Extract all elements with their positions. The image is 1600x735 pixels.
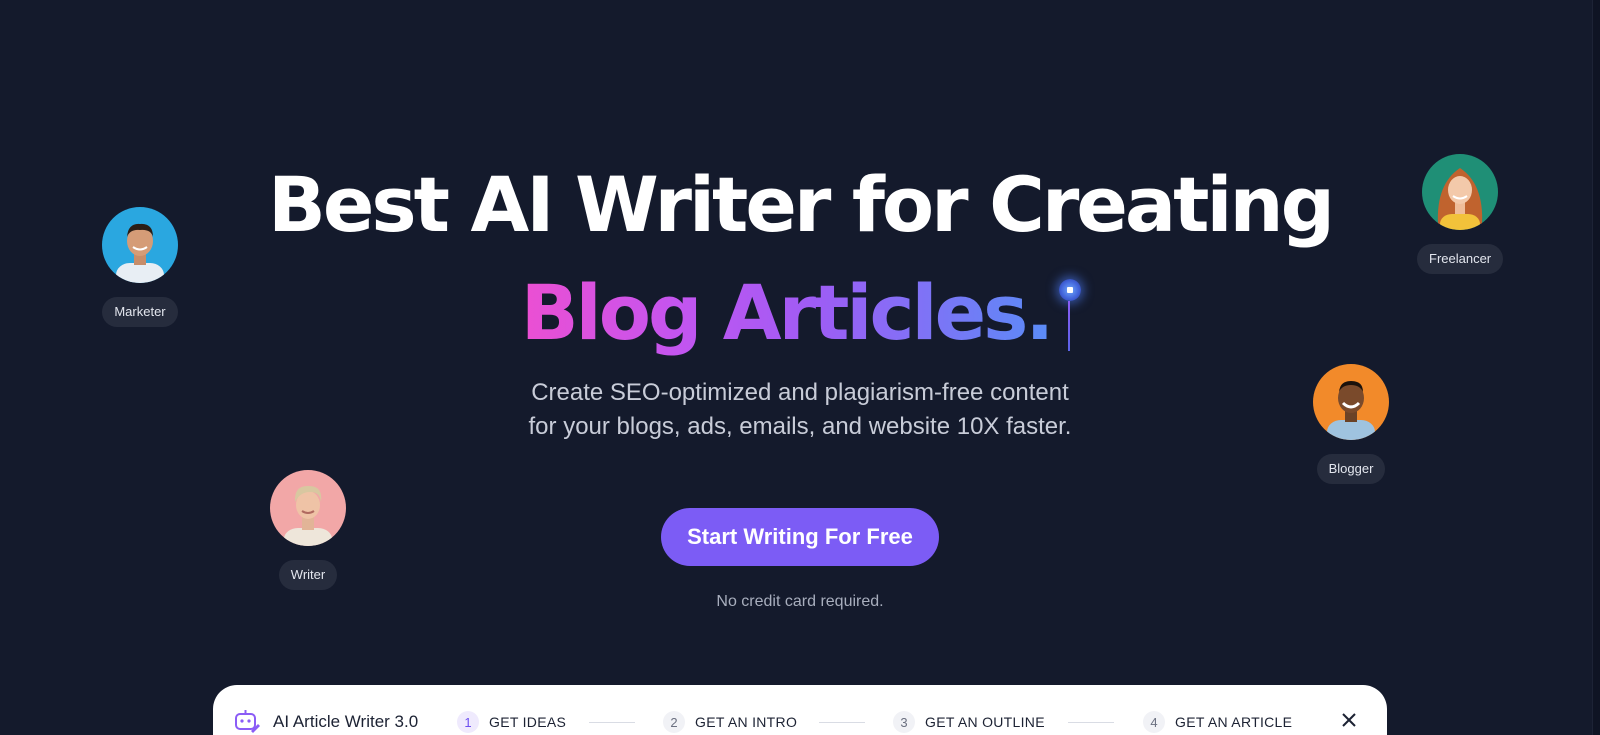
step-get-an-article[interactable]: 4 GET AN ARTICLE bbox=[1143, 711, 1292, 733]
subtitle-line-2: for your blogs, ads, emails, and website… bbox=[528, 413, 1072, 440]
avatar-marketer-icon bbox=[102, 207, 178, 283]
headline-line-1: Best AI Writer for Creating bbox=[267, 160, 1335, 249]
avatar-blogger-icon bbox=[1313, 364, 1389, 440]
typing-cursor bbox=[1059, 279, 1082, 353]
persona-label: Blogger bbox=[1316, 454, 1386, 484]
step-label: GET IDEAS bbox=[489, 714, 567, 730]
step-label: GET AN OUTLINE bbox=[925, 714, 1045, 730]
cursor-bar bbox=[1068, 301, 1071, 351]
step-label: GET AN INTRO bbox=[695, 714, 798, 730]
step-number: 4 bbox=[1143, 711, 1165, 733]
no-credit-card-note: No credit card required. bbox=[716, 593, 884, 610]
app-title: AI Article Writer 3.0 bbox=[273, 712, 419, 731]
step-number: 3 bbox=[893, 711, 915, 733]
robot-pen-icon bbox=[233, 707, 261, 735]
step-get-an-intro[interactable]: 2 GET AN INTRO bbox=[663, 711, 797, 733]
article-writer-steps-panel: AI Article Writer 3.0 1 GET IDEAS 2 GET … bbox=[213, 685, 1387, 735]
avatar-freelancer-icon bbox=[1422, 154, 1499, 230]
persona-label: Marketer bbox=[102, 297, 178, 327]
persona-label: Freelancer bbox=[1417, 244, 1504, 274]
step-divider bbox=[1068, 722, 1114, 723]
headline-line-2: Blog Articles. bbox=[0, 268, 1600, 358]
start-writing-button[interactable]: Start Writing For Free bbox=[661, 508, 939, 566]
persona-label: Writer bbox=[278, 560, 338, 590]
step-divider bbox=[819, 722, 865, 723]
hero-section: Best AI Writer for Creating Blog Article… bbox=[0, 0, 1600, 735]
persona-blogger: Blogger bbox=[1313, 364, 1389, 484]
persona-writer: Writer bbox=[270, 470, 346, 590]
step-label: GET AN ARTICLE bbox=[1175, 714, 1293, 730]
cursor-orb-icon bbox=[1059, 279, 1082, 301]
step-number: 2 bbox=[663, 711, 685, 733]
persona-freelancer: Freelancer bbox=[1417, 154, 1504, 274]
subtitle-line-1: Create SEO-optimized and plagiarism-free… bbox=[531, 379, 1069, 406]
close-icon[interactable] bbox=[1338, 709, 1360, 731]
step-number: 1 bbox=[457, 711, 479, 733]
headline-gradient-text: Blog Articles. bbox=[520, 268, 1054, 357]
persona-marketer: Marketer bbox=[102, 207, 178, 327]
scrollbar-track[interactable] bbox=[1592, 0, 1600, 735]
step-get-ideas[interactable]: 1 GET IDEAS bbox=[457, 711, 566, 733]
step-divider bbox=[589, 722, 635, 723]
step-get-an-outline[interactable]: 3 GET AN OUTLINE bbox=[893, 711, 1045, 733]
avatar-writer-icon bbox=[270, 470, 346, 546]
